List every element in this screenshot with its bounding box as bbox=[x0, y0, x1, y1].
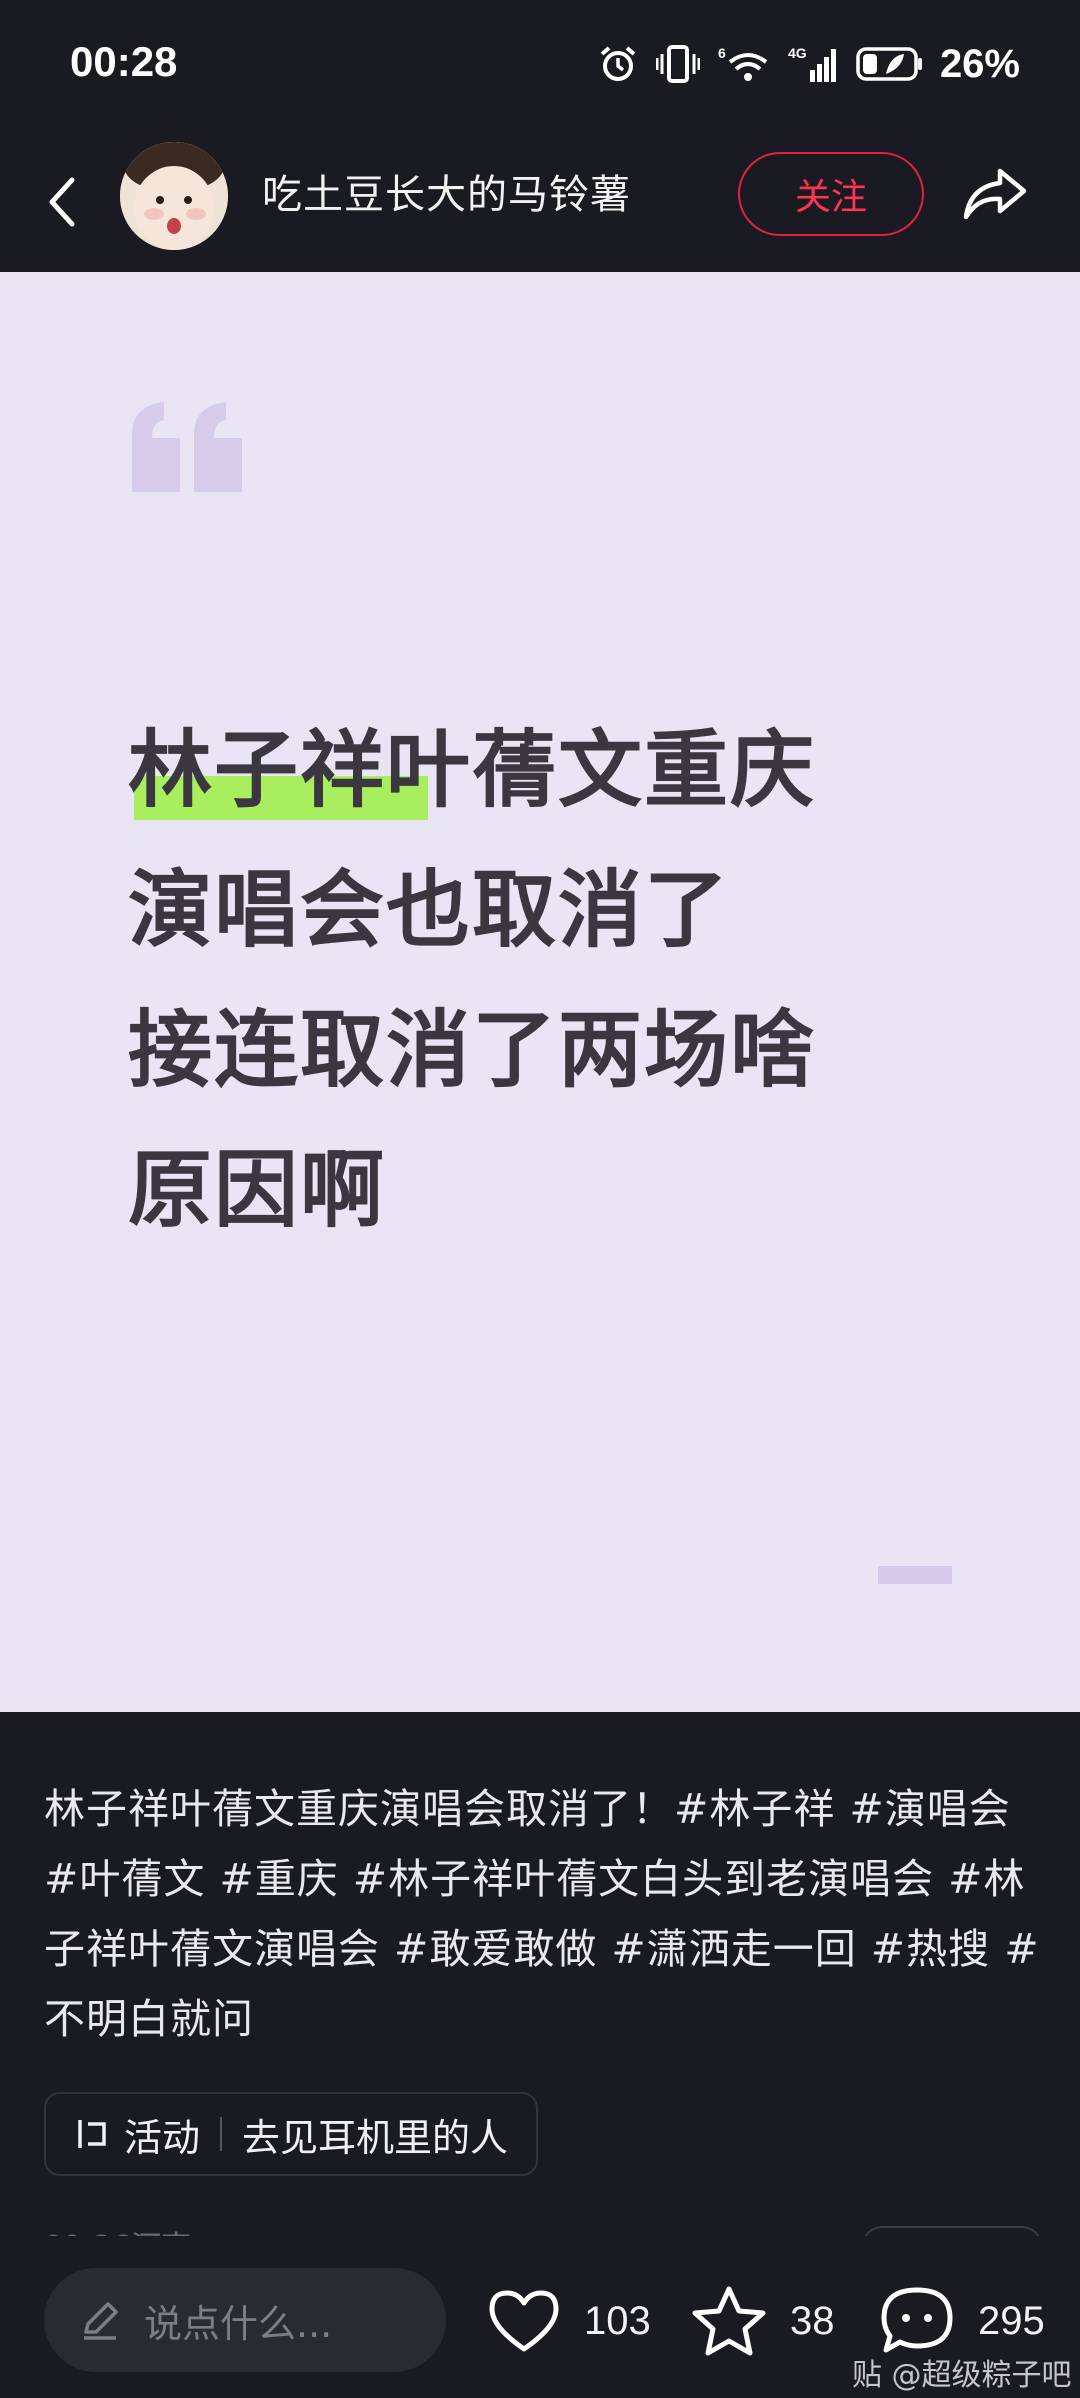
author-name[interactable]: 吃土豆长大的马铃薯 bbox=[262, 162, 631, 220]
description-line: 不明白就问 bbox=[44, 1995, 254, 2043]
star-icon bbox=[692, 2286, 766, 2356]
battery-icon bbox=[856, 47, 922, 81]
wifi-icon: 6 bbox=[718, 45, 768, 81]
chevron-left-icon bbox=[49, 177, 75, 227]
status-time: 00:28 bbox=[70, 38, 178, 85]
description-line: 林子祥叶蒨文重庆演唱会取消了！#林子祥 #演唱会 bbox=[44, 1785, 1011, 1833]
card-page-indicator bbox=[878, 1566, 952, 1584]
comment-bubble-icon bbox=[881, 2287, 953, 2353]
post-description: 林子祥叶蒨文重庆演唱会取消了！#林子祥 #演唱会 #叶蒨文 #重庆 #林子祥叶蒨… bbox=[44, 1774, 1044, 2054]
signal-icon: 4G bbox=[788, 45, 836, 82]
vibrate-icon bbox=[655, 45, 700, 83]
favorite-button[interactable]: 38 bbox=[690, 2276, 835, 2366]
quote-mark-icon bbox=[132, 402, 242, 492]
post-header: 吃土豆长大的马铃薯 关注 bbox=[0, 132, 1080, 272]
svg-text:4G: 4G bbox=[788, 45, 807, 61]
activity-name: 去见耳机里的人 bbox=[242, 2115, 509, 2160]
headline-line: 接连取消了两场啥 bbox=[128, 1001, 817, 1099]
pencil-icon bbox=[84, 2302, 118, 2340]
share-icon bbox=[963, 168, 1027, 220]
activity-label: 活动 bbox=[124, 2115, 201, 2160]
comment-input[interactable]: 说点什么... bbox=[44, 2268, 446, 2372]
back-button[interactable] bbox=[34, 162, 90, 242]
heart-icon bbox=[489, 2290, 559, 2352]
headline-line: 原因啊 bbox=[128, 1141, 387, 1239]
activity-chip[interactable]: 活动 去见耳机里的人 bbox=[44, 2092, 539, 2176]
post-headline: 林子祥叶蒨文重庆 演唱会也取消了 接连取消了两场啥 原因啊 bbox=[128, 700, 988, 1260]
status-icons: 6 4G 26% bbox=[598, 36, 1020, 92]
description-line: 子祥叶蒨文演唱会 #敢爱敢做 #潇洒走一回 #热搜 # bbox=[44, 1925, 1040, 1973]
favorite-count: 38 bbox=[790, 2298, 835, 2343]
follow-button[interactable]: 关注 bbox=[738, 152, 924, 236]
comment-count: 295 bbox=[978, 2298, 1045, 2343]
status-bar: 00:28 6 4G 26% bbox=[0, 0, 1080, 132]
avatar-image bbox=[120, 142, 228, 250]
like-button[interactable]: 103 bbox=[486, 2276, 651, 2366]
watermark: 贴 @超级粽子吧 bbox=[852, 2358, 1072, 2393]
svg-text:6: 6 bbox=[718, 45, 726, 61]
headline-line: 林子祥叶蒨文重庆 bbox=[128, 721, 817, 819]
battery-percent: 26% bbox=[939, 41, 1020, 86]
description-line: #叶蒨文 #重庆 #林子祥叶蒨文白头到老演唱会 #林 bbox=[44, 1855, 1026, 1903]
like-count: 103 bbox=[584, 2298, 651, 2343]
author-avatar[interactable] bbox=[120, 142, 228, 250]
headline-line: 演唱会也取消了 bbox=[128, 861, 731, 959]
comment-placeholder: 说点什么... bbox=[144, 2301, 333, 2346]
activity-icon bbox=[78, 2120, 106, 2148]
alarm-icon bbox=[600, 46, 636, 81]
share-button[interactable] bbox=[955, 154, 1035, 234]
activity-divider bbox=[220, 2117, 223, 2151]
